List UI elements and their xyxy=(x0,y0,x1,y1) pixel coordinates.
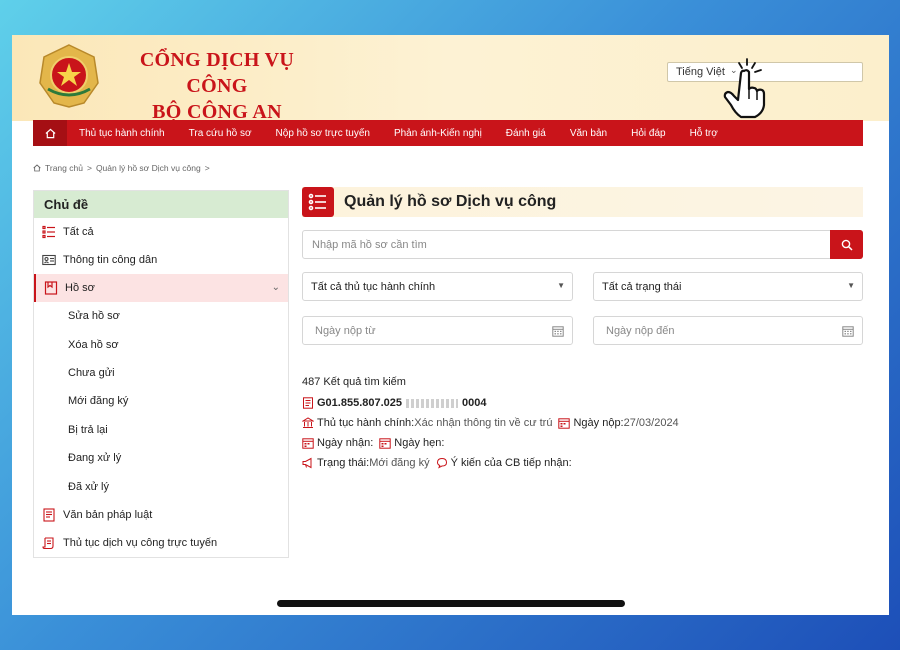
procedure-select-value: Tất cả thủ tục hành chính xyxy=(311,281,436,293)
nav-phan-anh-kien-nghi[interactable]: Phản ánh-Kiến nghị xyxy=(382,128,494,139)
nav-tra-cuu-ho-so[interactable]: Tra cứu hồ sơ xyxy=(177,128,264,139)
portal-title: CỔNG DỊCH VỤ CÔNG BỘ CÔNG AN xyxy=(122,47,312,125)
folder-icon xyxy=(44,281,58,295)
calendar-icon xyxy=(558,417,571,429)
record-status-value: Mới đăng ký xyxy=(369,457,430,469)
nav-van-ban[interactable]: Văn bản xyxy=(558,128,619,139)
sidebar: Chủ đề Tất cả Thông tin công dân Hồ sơ ⌄… xyxy=(33,190,289,558)
calendar-icon xyxy=(379,437,391,449)
record-submit-label: Ngày nộp: xyxy=(573,417,624,429)
sidebar-item-label: Thông tin công dân xyxy=(63,254,158,266)
sidebar-subitem-da-xu-ly[interactable]: Đã xử lý xyxy=(34,472,288,500)
search-button[interactable] xyxy=(830,230,863,259)
sidebar-item-label: Hồ sơ xyxy=(65,282,95,294)
calendar-icon xyxy=(552,326,564,337)
breadcrumb-separator: > xyxy=(86,163,92,173)
record-procedure-row: Thủ tục hành chính: Xác nhận thông tin v… xyxy=(302,417,679,429)
redacted-mark xyxy=(406,398,459,408)
sidebar-item-label: Tất cả xyxy=(63,226,94,238)
site-header: CỔNG DỊCH VỤ CÔNG BỘ CÔNG AN Tiếng Việt … xyxy=(12,35,889,123)
megaphone-icon xyxy=(302,457,314,469)
sidebar-heading: Chủ đề xyxy=(34,191,288,218)
record-appointment-label: Ngày hẹn: xyxy=(394,437,445,449)
building-icon xyxy=(302,417,314,429)
sidebar-subitem-dang-xu-ly[interactable]: Đang xử lý xyxy=(34,444,288,472)
sidebar-subitem-sua-ho-so[interactable]: Sửa hồ sơ xyxy=(34,302,288,330)
search-input[interactable]: Nhập mã hồ sơ cần tìm xyxy=(302,230,863,259)
record-code-suffix: 0004 xyxy=(462,397,487,409)
date-to-placeholder: Ngày nộp đến xyxy=(606,325,675,337)
caret-down-icon: ▼ xyxy=(557,281,565,290)
breadcrumb-home[interactable]: Trang chủ xyxy=(45,163,83,173)
search-icon xyxy=(841,239,853,251)
status-select[interactable]: Tất cả trạng thái ▼ xyxy=(593,272,863,301)
record-procedure-label: Thủ tục hành chính: xyxy=(317,417,415,429)
breadcrumb: Trang chủ > Quản lý hồ sơ Dịch vụ công > xyxy=(33,163,210,173)
breadcrumb-current[interactable]: Quản lý hồ sơ Dịch vụ công xyxy=(96,163,201,173)
document-icon xyxy=(302,397,314,409)
main-nav: Thủ tục hành chính Tra cứu hồ sơ Nộp hồ … xyxy=(33,120,863,146)
comment-icon xyxy=(436,457,448,469)
sidebar-item-van-ban-phap-luat[interactable]: Văn bản pháp luật xyxy=(34,501,288,529)
sidebar-subitem-moi-dang-ky[interactable]: Mới đăng ký xyxy=(34,387,288,415)
nav-home-button[interactable] xyxy=(33,120,67,146)
record-status-label: Trạng thái: xyxy=(317,457,370,469)
sidebar-item-thu-tuc-dich-vu-cong[interactable]: Thủ tục dịch vụ công trực tuyến xyxy=(34,529,288,557)
nav-nop-ho-so-truc-tuyen[interactable]: Nộp hồ sơ trực tuyến xyxy=(264,128,382,139)
page-title: Quản lý hồ sơ Dịch vụ công xyxy=(344,193,557,210)
date-from-placeholder: Ngày nộp từ xyxy=(315,325,376,337)
record-received-label: Ngày nhận: xyxy=(317,437,374,449)
nav-hoi-dap[interactable]: Hỏi đáp xyxy=(619,128,677,139)
status-select-value: Tất cả trạng thái xyxy=(602,281,682,293)
sidebar-subitem-bi-tra-lai[interactable]: Bị trả lại xyxy=(34,416,288,444)
nav-danh-gia[interactable]: Đánh giá xyxy=(494,128,558,139)
home-indicator xyxy=(277,600,625,607)
record-code-prefix: G01.855.807.025 xyxy=(317,397,403,409)
sidebar-subitem-chua-gui[interactable]: Chưa gửi xyxy=(34,359,288,387)
breadcrumb-separator: > xyxy=(204,163,210,173)
record-procedure-value: Xác nhận thông tin về cư trú xyxy=(414,417,553,429)
browser-screen: CỔNG DỊCH VỤ CÔNG BỘ CÔNG AN Tiếng Việt … xyxy=(12,35,889,615)
home-icon xyxy=(45,128,55,138)
sidebar-item-thong-tin-cong-dan[interactable]: Thông tin công dân xyxy=(34,246,288,274)
sidebar-subitem-xoa-ho-so[interactable]: Xóa hồ sơ xyxy=(34,330,288,358)
chevron-down-icon[interactable]: ⌄ xyxy=(272,282,280,293)
sidebar-item-label: Văn bản pháp luật xyxy=(63,508,153,521)
list-icon xyxy=(302,187,334,217)
date-from-field[interactable]: Ngày nộp từ xyxy=(302,316,573,345)
result-count: 487 Kết quả tìm kiếm xyxy=(302,376,406,388)
portal-title-line1: CỔNG DỊCH VỤ CÔNG xyxy=(139,49,295,97)
record-code-row[interactable]: G01.855.807.025 0004 xyxy=(302,397,487,409)
record-submit-value: 27/03/2024 xyxy=(623,417,679,429)
sidebar-item-label: Thủ tục dịch vụ công trực tuyến xyxy=(63,536,218,549)
record-status-row: Trạng thái: Mới đăng ký Ý kiến của CB ti… xyxy=(302,457,572,469)
pointing-hand-icon xyxy=(723,58,766,119)
record-dates-row: Ngày nhận: Ngày hẹn: xyxy=(302,437,444,449)
caret-down-icon: ▼ xyxy=(847,281,855,290)
calendar-icon xyxy=(302,437,314,449)
sidebar-item-ho-so[interactable]: Hồ sơ ⌄ xyxy=(34,274,288,302)
scroll-icon xyxy=(42,536,56,550)
document-icon xyxy=(42,508,56,522)
record-opinion-label: Ý kiến của CB tiếp nhận: xyxy=(450,457,572,469)
date-to-field[interactable]: Ngày nộp đến xyxy=(593,316,863,345)
page-title-bar: Quản lý hồ sơ Dịch vụ công xyxy=(302,187,863,217)
procedure-select[interactable]: Tất cả thủ tục hành chính ▼ xyxy=(302,272,573,301)
search-placeholder: Nhập mã hồ sơ cần tìm xyxy=(312,239,427,251)
list-icon xyxy=(42,225,56,239)
sidebar-item-tat-ca[interactable]: Tất cả xyxy=(34,218,288,246)
nav-ho-tro[interactable]: Hỗ trợ xyxy=(678,128,730,139)
id-card-icon xyxy=(42,253,56,267)
police-emblem-icon xyxy=(39,44,99,108)
nav-thu-tuc-hanh-chinh[interactable]: Thủ tục hành chính xyxy=(67,128,177,139)
home-icon xyxy=(33,164,41,172)
calendar-icon xyxy=(842,326,854,337)
